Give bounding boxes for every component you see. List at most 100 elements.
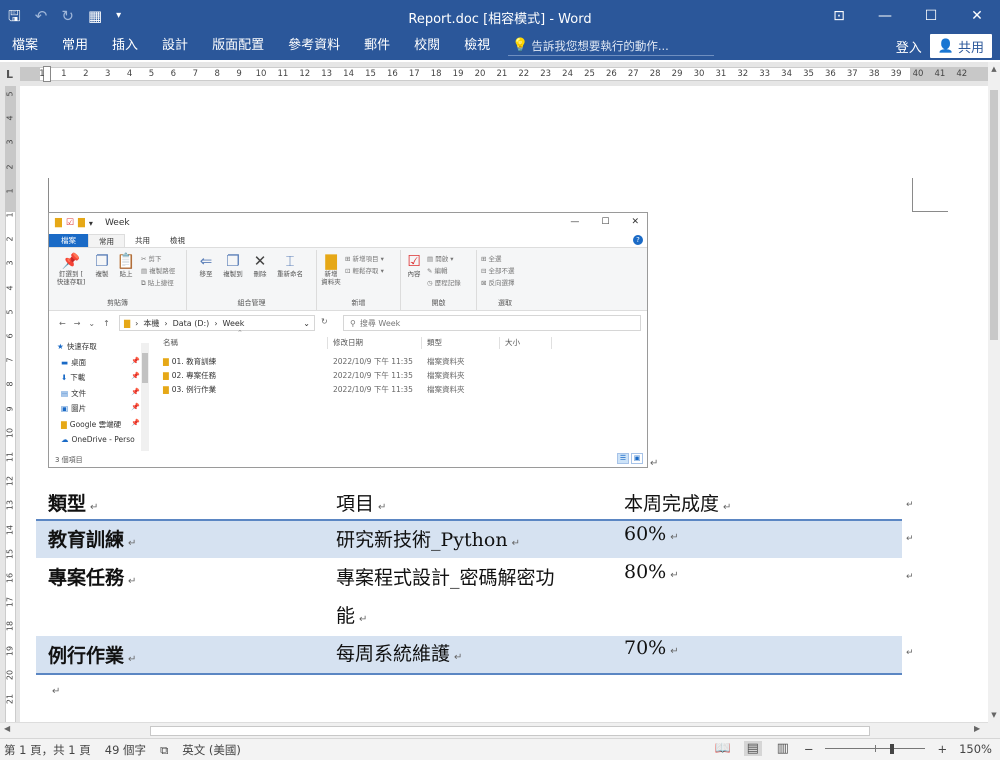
pin-icon: 📌 <box>61 252 81 270</box>
file-type: 檔案資料夾 <box>427 385 465 394</box>
sign-in-link[interactable]: 登入 <box>896 37 922 56</box>
page-count[interactable]: 第 1 頁，共 1 頁 <box>4 742 91 758</box>
explorer-tab-home: 常用 <box>88 234 125 247</box>
file-type: 檔案資料夾 <box>427 371 465 380</box>
vertical-ruler[interactable]: 5 4 3 2 1 1 2 3 4 5 6 7 8 9 10 11 12 13 14 15 16 17 18 19 20 21 <box>0 86 20 722</box>
table-cell-type[interactable]: 教育訓練 ↵ <box>48 524 136 560</box>
close-button[interactable]: ✕ <box>954 0 1000 32</box>
ruler-number: 11 <box>5 451 15 463</box>
ruler-number: 4 <box>5 285 15 291</box>
explorer-minimize-icon: — <box>570 217 580 227</box>
document-icon: ▤ <box>61 388 69 398</box>
ribbon-tab[interactable]: 檔案 <box>0 32 50 60</box>
tell-me-box[interactable]: 💡 告訴我您想要執行的動作... <box>508 36 715 56</box>
explorer-nav-item: ▤ 文件 <box>61 388 86 399</box>
table-header-cell[interactable]: 項目 ↵ <box>336 488 386 524</box>
ribbon-display-icon[interactable]: ⊡ <box>816 0 862 32</box>
share-button[interactable]: 👤 共用 <box>929 34 992 58</box>
desktop-icon: ▬ <box>61 357 69 367</box>
table-cell-progress[interactable]: 80% ↵ <box>624 556 679 592</box>
ruler-number: 7 <box>192 69 199 79</box>
explorer-nav-item: ▇ Google 雲端硬 <box>61 419 121 430</box>
zoom-level[interactable]: 150% <box>959 742 992 756</box>
web-layout-icon[interactable]: ▥ <box>774 741 792 756</box>
history-icon: ◷ <box>427 279 435 287</box>
ribbon-tab[interactable]: 常用 <box>50 32 100 60</box>
zoom-slider[interactable] <box>825 742 926 756</box>
ruler-number: 19 <box>452 69 464 79</box>
invert-icon: ⊠ <box>481 279 489 287</box>
zoom-in-icon[interactable]: + <box>937 742 947 756</box>
scroll-up-icon[interactable]: ▲ <box>988 62 1000 76</box>
explorer-screenshot-image[interactable]: ▇ ☑ ▇ ▾ Week — ☐ ✕ 檔案 常用 共用 檢視 ? 📌 釘選到 [ … <box>48 212 648 468</box>
minimize-button[interactable]: — <box>862 0 908 32</box>
forward-icon: → <box>73 318 81 328</box>
ribbon-tab[interactable]: 檢視 <box>452 32 502 60</box>
ruler-number: 5 <box>5 309 15 315</box>
table-cell-item[interactable]: 研究新技術_Python ↵ <box>336 524 520 560</box>
horizontal-scroll-thumb[interactable] <box>150 726 870 736</box>
vertical-scrollbar[interactable]: ▲ ▼ <box>988 62 1000 722</box>
table-header-cell[interactable]: 類型 ↵ <box>48 488 98 524</box>
file-name: 03. 例行作業 <box>171 385 217 394</box>
horizontal-ruler[interactable]: 1 1 2 3 4 5 6 7 8 9 10 11 12 13 14 15 16 17 18 19 20 21 22 23 24… <box>20 62 988 86</box>
word-count[interactable]: 49 個字 <box>105 742 146 758</box>
table-cell-type[interactable]: 專案任務 ↵ <box>48 562 136 598</box>
explorer-title: Week <box>104 218 130 228</box>
scroll-down-icon[interactable]: ▼ <box>988 708 1000 722</box>
explorer-status: 3 個項目 <box>55 456 83 464</box>
ruler-number: 6 <box>170 69 177 79</box>
read-mode-icon[interactable]: 📖 <box>714 741 732 756</box>
ruler-number: 1 <box>5 188 15 194</box>
ribbon-tab[interactable]: 參考資料 <box>276 32 352 60</box>
cell-mark: ↵ <box>359 614 368 625</box>
explorer-group-label: 開啟 <box>431 299 446 307</box>
language-indicator[interactable]: 英文 (美國) <box>182 742 241 758</box>
ruler-number: 22 <box>518 69 530 79</box>
table-cell-item[interactable]: 每周系統維護 ↵ <box>336 638 462 674</box>
explorer-nav-item: ▣ 圖片 <box>61 403 86 414</box>
scroll-left-icon[interactable]: ◀ <box>4 724 10 733</box>
vertical-scroll-thumb[interactable] <box>990 90 998 340</box>
new-folder-icon: ▇ <box>325 252 337 270</box>
table-cell-progress[interactable]: 70% ↵ <box>624 632 679 668</box>
explorer-nav-label: 下載 <box>70 373 86 383</box>
download-icon: ⬇ <box>61 373 68 383</box>
search-placeholder: 搜尋 Week <box>359 318 401 328</box>
ruler-number: 28 <box>649 69 661 79</box>
horizontal-scrollbar[interactable]: ◀ ▶ <box>0 722 988 738</box>
proofing-icon[interactable]: ⧉ <box>160 743 168 758</box>
ruler-number: 23 <box>540 69 552 79</box>
ruler-number: 6 <box>5 333 15 339</box>
picture-icon: ▣ <box>61 404 69 414</box>
table-cell-type[interactable]: 例行作業 ↵ <box>48 640 136 676</box>
ribbon-tab[interactable]: 版面配置 <box>200 32 276 60</box>
ribbon-tab[interactable]: 設計 <box>150 32 200 60</box>
ruler-number: 8 <box>5 381 15 387</box>
table-cell-item-wrap[interactable]: 能 ↵ <box>336 600 367 636</box>
print-layout-icon[interactable]: ▤ <box>743 741 762 756</box>
explorer-properties-button: ☑ 內容 <box>403 252 425 278</box>
row-end-mark: ↵ <box>906 534 914 544</box>
ribbon-tab[interactable]: 郵件 <box>352 32 402 60</box>
explorer-nav-label: 桌面 <box>71 357 87 367</box>
zoom-out-icon[interactable]: − <box>804 742 814 756</box>
delete-icon: ✕ <box>253 252 267 270</box>
explorer-nav-item: ▬ 桌面 <box>61 357 86 368</box>
cell-mark: ↵ <box>511 538 520 549</box>
ruler-number: 9 <box>236 69 242 79</box>
explorer-nav-scrollbar <box>141 343 149 451</box>
ruler-number: 41 <box>934 69 946 79</box>
zoom-knob[interactable] <box>890 743 895 754</box>
table-cell-item[interactable]: 專案程式設計_密碼解密功 <box>336 562 555 594</box>
ruler-number: 31 <box>715 69 727 79</box>
explorer-cut: ✂ 剪下 <box>141 255 162 263</box>
maximize-button[interactable]: ☐ <box>908 0 954 32</box>
document-page[interactable]: ▇ ☑ ▇ ▾ Week — ☐ ✕ 檔案 常用 共用 檢視 ? 📌 釘選到 [ … <box>20 86 988 722</box>
tab-selector[interactable]: L <box>0 62 20 86</box>
scroll-right-icon[interactable]: ▶ <box>974 724 980 733</box>
folder-icon: ▇ <box>78 218 85 228</box>
table-cell-progress[interactable]: 60% ↵ <box>624 518 679 554</box>
ribbon-tab[interactable]: 校閱 <box>402 32 452 60</box>
ribbon-tab[interactable]: 插入 <box>100 32 150 60</box>
